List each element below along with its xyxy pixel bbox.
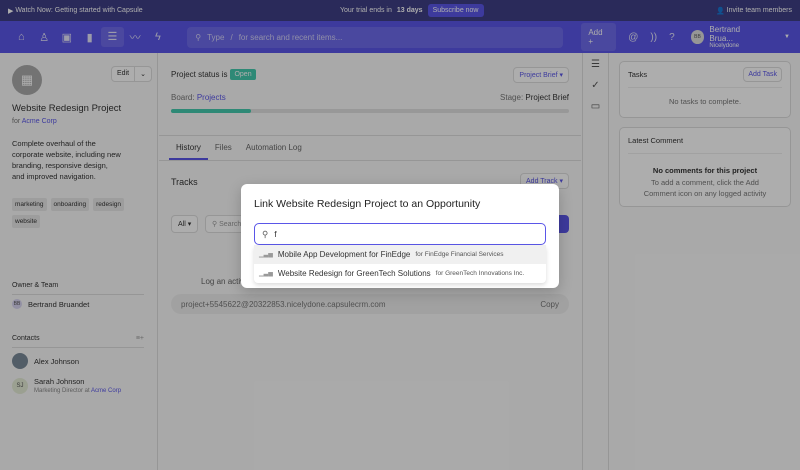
list-item[interactable]: ▁▃▅ Website Redesign for GreenTech Soluti… <box>254 264 546 283</box>
pipeline-icon: ▁▃▅ <box>259 271 273 277</box>
modal-title: Link Website Redesign Project to an Oppo… <box>254 198 481 210</box>
list-item[interactable]: ▁▃▅ Mobile App Development for FinEdge for… <box>254 245 546 264</box>
opportunity-results: ▁▃▅ Mobile App Development for FinEdge for… <box>254 245 546 283</box>
search-icon: ⚲ <box>262 228 269 239</box>
pipeline-icon: ▁▃▅ <box>259 252 273 258</box>
search-query: f <box>274 229 277 239</box>
link-opportunity-modal: Link Website Redesign Project to an Oppo… <box>241 184 559 288</box>
opportunity-search-input[interactable]: ⚲ f <box>254 223 546 245</box>
